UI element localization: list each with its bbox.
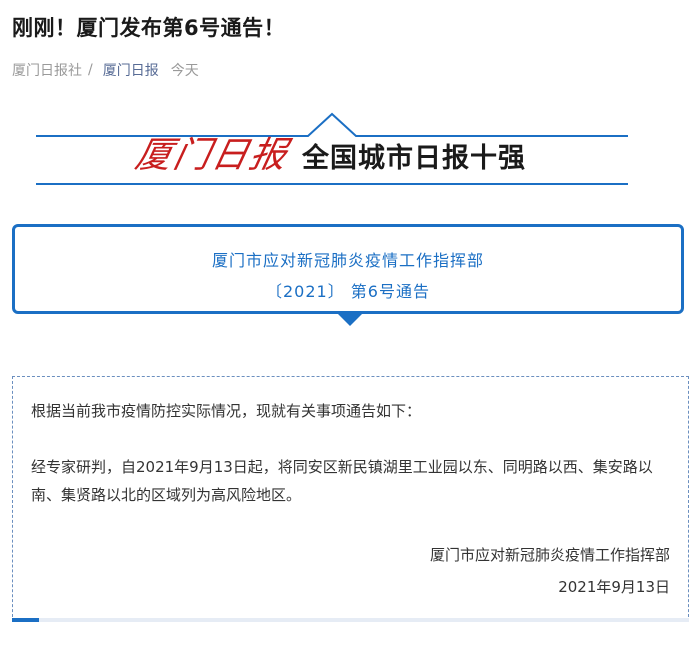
notice-pointer-arrow: [337, 313, 363, 326]
article-title: 刚刚！厦门发布第6号通告！: [12, 16, 286, 40]
reading-progress-fill: [12, 618, 40, 622]
publish-time: 今天: [170, 63, 199, 79]
banner-slogan: 全国城市日报十强: [302, 143, 526, 174]
newspaper-logo: 厦门日报: [131, 135, 293, 176]
notice-number: 〔2021〕 第6号通告: [266, 282, 430, 301]
notice-content-box: 根据当前我市疫情防控实际情况，现就有关事项通告如下： 经专家研判，自2021年9…: [12, 376, 689, 622]
masthead-banner: 厦门日报 全国城市日报十强: [36, 110, 628, 190]
notice-intro: 根据当前我市疫情防控实际情况，现就有关事项通告如下：: [31, 402, 422, 420]
notice-date: 2021年9月13日: [558, 578, 670, 596]
article-source: 厦门日报社: [12, 63, 82, 79]
notice-body: 经专家研判，自2021年9月13日起，将同安区新民镇湖里工业园以东、同明路以西、…: [31, 458, 653, 504]
notice-issuer: 厦门市应对新冠肺炎疫情工作指挥部: [211, 251, 484, 270]
account-link[interactable]: 厦门日报: [103, 60, 159, 80]
notice-signature: 厦门市应对新冠肺炎疫情工作指挥部: [429, 546, 670, 564]
meta-separator: /: [88, 62, 93, 78]
notice-header-box: 厦门市应对新冠肺炎疫情工作指挥部 〔2021〕 第6号通告: [12, 224, 684, 314]
article-meta: 厦门日报社 / 厦门日报 今天: [12, 60, 199, 80]
reading-progress-track: [12, 618, 689, 622]
